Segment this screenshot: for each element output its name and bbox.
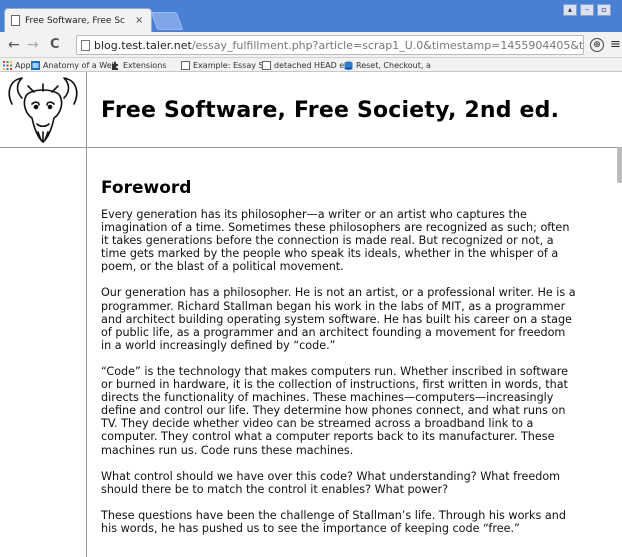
tab-title: Free Software, Free Sc <box>25 15 125 26</box>
bookmark-label: Example: Essay St <box>193 60 267 70</box>
site-title: Free Software, Free Society, 2nd ed. <box>101 98 560 123</box>
article-content: Foreword Every generation has its philos… <box>101 178 579 548</box>
header-divider <box>0 147 622 148</box>
url-path: /essay_fulfillment.php?article=scrap1_U.… <box>191 38 584 52</box>
apps-grid-icon <box>3 60 12 70</box>
sidebar-divider <box>86 72 87 557</box>
close-tab-icon[interactable]: × <box>135 15 143 26</box>
document-icon <box>181 60 190 70</box>
article-paragraph: What control should we have over this co… <box>101 469 561 496</box>
section-heading: Foreword <box>101 178 192 198</box>
url-text: blog.test.taler.net/essay_fulfillment.ph… <box>94 38 584 52</box>
bookmarks-bar: Apps Anatomy of a Web Extensions Example… <box>0 58 622 72</box>
gnu-head-icon <box>8 77 78 143</box>
bookmark-label: Anatomy of a Web <box>43 60 117 70</box>
extension-icon[interactable]: ⊕ <box>590 38 604 52</box>
url-host: blog.test.taler.net <box>94 38 192 52</box>
article-paragraph: These questions have been the challenge … <box>101 508 566 535</box>
maximize-button[interactable]: ▫ <box>597 4 611 16</box>
title-bar: Free Software, Free Sc × ▴ – ▫ <box>0 0 622 32</box>
bookmark-extensions[interactable]: Extensions <box>111 59 166 71</box>
bookmark-label: detached HEAD e <box>274 60 345 70</box>
article-paragraph: Every generation has its philosopher—a w… <box>101 208 570 274</box>
document-icon <box>11 15 20 26</box>
image-icon <box>31 60 40 70</box>
article-paragraph: “Code” is the technology that makes comp… <box>101 364 568 457</box>
page-info-icon[interactable] <box>81 39 90 51</box>
forward-arrow-icon[interactable]: → <box>27 36 39 54</box>
bookmark-essay[interactable]: Example: Essay St <box>181 59 267 71</box>
menu-icon[interactable]: ≡ <box>610 37 621 52</box>
reload-icon[interactable]: C <box>50 36 60 54</box>
minimize-button[interactable]: – <box>580 4 594 16</box>
document-icon <box>262 60 271 70</box>
puzzle-icon <box>112 61 118 70</box>
address-bar[interactable]: blog.test.taler.net/essay_fulfillment.ph… <box>76 35 584 55</box>
article-paragraph: Our generation has a philosopher. He is … <box>101 286 576 352</box>
bookmark-reset-checkout[interactable]: Reset, Checkout, a <box>344 59 431 71</box>
back-arrow-icon[interactable]: ← <box>8 36 20 54</box>
bookmark-label: Extensions <box>123 60 167 70</box>
bookmark-label: Reset, Checkout, a <box>356 60 431 70</box>
browser-toolbar: ← → C blog.test.taler.net/essay_fulfillm… <box>0 32 622 58</box>
page-scrollbar[interactable] <box>617 147 622 183</box>
browser-tab[interactable]: Free Software, Free Sc × <box>4 8 152 32</box>
bookmark-anatomy[interactable]: Anatomy of a Web <box>31 59 117 71</box>
window-profile-button[interactable]: ▴ <box>563 4 577 16</box>
new-tab-button[interactable] <box>150 12 184 30</box>
bookmark-detached-head[interactable]: detached HEAD e <box>262 59 344 71</box>
database-icon <box>344 60 353 70</box>
